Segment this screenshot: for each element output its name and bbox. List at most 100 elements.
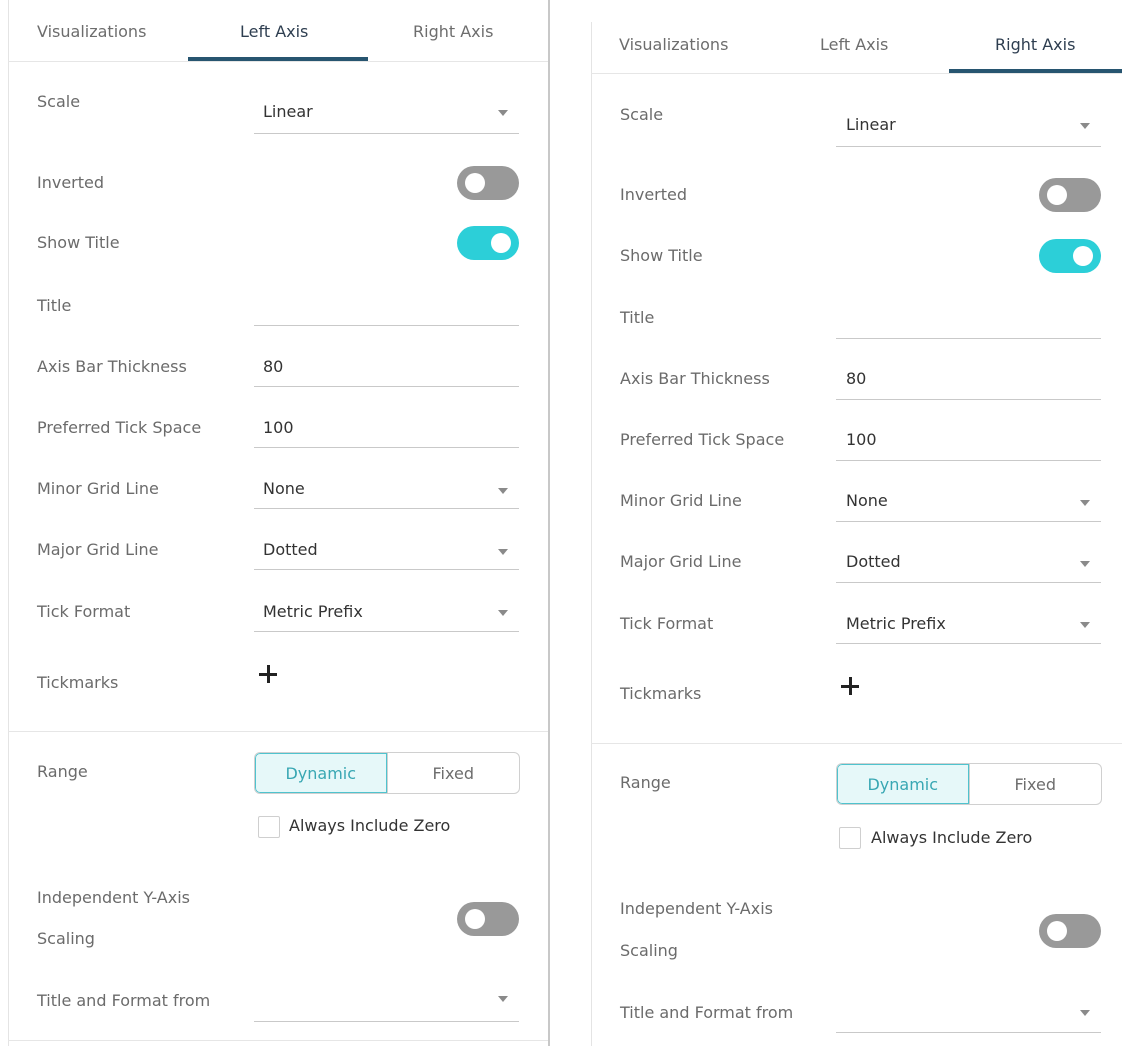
axis-bar-thickness-underline	[836, 399, 1101, 400]
range-dynamic-button[interactable]: Dynamic	[837, 764, 969, 804]
axis-bar-thickness-underline	[254, 386, 519, 387]
tab-bar-divider	[591, 73, 1122, 74]
show-title-toggle[interactable]	[457, 226, 519, 260]
range-segmented-control: Dynamic Fixed	[254, 752, 520, 794]
axis-bar-thickness-value: 80	[846, 369, 867, 388]
scale-underline	[836, 146, 1101, 147]
title-format-from-underline	[254, 1021, 519, 1022]
section-divider	[591, 743, 1122, 744]
title-format-from-label: Title and Format from	[37, 991, 211, 1010]
scale-label: Scale	[37, 92, 81, 111]
tab-right-axis[interactable]: Right Axis	[995, 35, 1075, 54]
axis-bar-thickness-value: 80	[263, 357, 284, 376]
minor-grid-line-label: Minor Grid Line	[620, 491, 742, 510]
scale-value: Linear	[263, 102, 313, 121]
minor-grid-line-value: None	[263, 479, 305, 498]
plus-icon[interactable]	[841, 677, 859, 695]
preferred-tick-space-value: 100	[846, 430, 877, 449]
always-include-zero-label: Always Include Zero	[871, 828, 1033, 847]
always-include-zero-checkbox[interactable]	[258, 816, 280, 838]
minor-grid-line-underline	[254, 508, 519, 509]
chevron-down-icon	[1080, 561, 1090, 567]
major-grid-line-underline	[254, 569, 519, 570]
chevron-down-icon	[498, 110, 508, 116]
title-underline	[836, 338, 1101, 339]
tab-visualizations[interactable]: Visualizations	[619, 35, 728, 54]
range-label: Range	[620, 773, 671, 792]
axis-bar-thickness-label: Axis Bar Thickness	[620, 369, 770, 388]
toggle-knob	[491, 233, 511, 253]
always-include-zero-checkbox[interactable]	[839, 827, 861, 849]
title-label: Title	[37, 296, 72, 315]
major-grid-line-label: Major Grid Line	[37, 540, 159, 559]
tab-left-axis[interactable]: Left Axis	[240, 22, 308, 41]
inverted-label: Inverted	[620, 185, 688, 204]
range-segmented-control: Dynamic Fixed	[836, 763, 1102, 805]
preferred-tick-space-label: Preferred Tick Space	[620, 430, 785, 449]
chevron-down-icon	[498, 996, 508, 1002]
chevron-down-icon	[1080, 1010, 1090, 1016]
tick-format-value: Metric Prefix	[846, 614, 946, 633]
panel-bottom-border	[8, 1040, 548, 1041]
tab-right-axis[interactable]: Right Axis	[413, 22, 493, 41]
show-title-label: Show Title	[37, 233, 120, 252]
independent-scaling-toggle[interactable]	[457, 902, 519, 936]
plus-icon[interactable]	[259, 665, 277, 683]
range-dynamic-button[interactable]: Dynamic	[255, 753, 387, 793]
tab-visualizations[interactable]: Visualizations	[37, 22, 146, 41]
show-title-label: Show Title	[620, 246, 703, 265]
section-divider	[8, 731, 548, 732]
major-grid-line-value: Dotted	[263, 540, 318, 559]
title-format-from-underline	[836, 1032, 1101, 1033]
chevron-down-icon	[1080, 123, 1090, 129]
show-title-toggle[interactable]	[1039, 239, 1101, 273]
scale-value: Linear	[846, 115, 896, 134]
tick-format-label: Tick Format	[37, 602, 131, 621]
independent-scaling-label-line1: Independent Y-Axis	[37, 888, 190, 907]
toggle-knob	[465, 909, 485, 929]
chevron-down-icon	[498, 488, 508, 494]
preferred-tick-space-label: Preferred Tick Space	[37, 418, 202, 437]
chevron-down-icon	[1080, 622, 1090, 628]
tickmarks-label: Tickmarks	[37, 673, 119, 692]
axis-bar-thickness-label: Axis Bar Thickness	[37, 357, 187, 376]
toggle-knob	[465, 173, 485, 193]
chevron-down-icon	[1080, 500, 1090, 506]
minor-grid-line-label: Minor Grid Line	[37, 479, 159, 498]
preferred-tick-space-value: 100	[263, 418, 294, 437]
independent-scaling-label-line2: Scaling	[37, 929, 95, 948]
inverted-toggle[interactable]	[1039, 178, 1101, 212]
inverted-toggle[interactable]	[457, 166, 519, 200]
range-fixed-button[interactable]: Fixed	[968, 764, 1102, 804]
tick-format-label: Tick Format	[620, 614, 714, 633]
tick-format-underline	[836, 643, 1101, 644]
title-format-from-label: Title and Format from	[620, 1003, 794, 1022]
scale-underline	[254, 133, 519, 134]
range-fixed-button[interactable]: Fixed	[386, 753, 520, 793]
inverted-label: Inverted	[37, 173, 105, 192]
range-label: Range	[37, 762, 88, 781]
toggle-knob	[1047, 921, 1067, 941]
left-axis-panel: Visualizations Left Axis Right Axis Scal…	[8, 0, 548, 1046]
independent-scaling-label-line1: Independent Y-Axis	[620, 899, 773, 918]
toggle-knob	[1047, 185, 1067, 205]
title-underline	[254, 325, 519, 326]
minor-grid-line-underline	[836, 521, 1101, 522]
panel-divider	[548, 0, 550, 1046]
independent-scaling-label-line2: Scaling	[620, 941, 678, 960]
chevron-down-icon	[498, 549, 508, 555]
toggle-knob	[1073, 246, 1093, 266]
independent-scaling-toggle[interactable]	[1039, 914, 1101, 948]
tick-format-underline	[254, 631, 519, 632]
tab-left-axis[interactable]: Left Axis	[820, 35, 888, 54]
preferred-tick-space-underline	[836, 460, 1101, 461]
chevron-down-icon	[498, 610, 508, 616]
major-grid-line-underline	[836, 582, 1101, 583]
title-label: Title	[620, 308, 655, 327]
major-grid-line-value: Dotted	[846, 552, 901, 571]
panel-border	[591, 22, 592, 1046]
tab-bar-divider	[8, 61, 548, 62]
panel-border	[8, 0, 9, 1046]
always-include-zero-label: Always Include Zero	[289, 816, 451, 835]
tick-format-value: Metric Prefix	[263, 602, 363, 621]
